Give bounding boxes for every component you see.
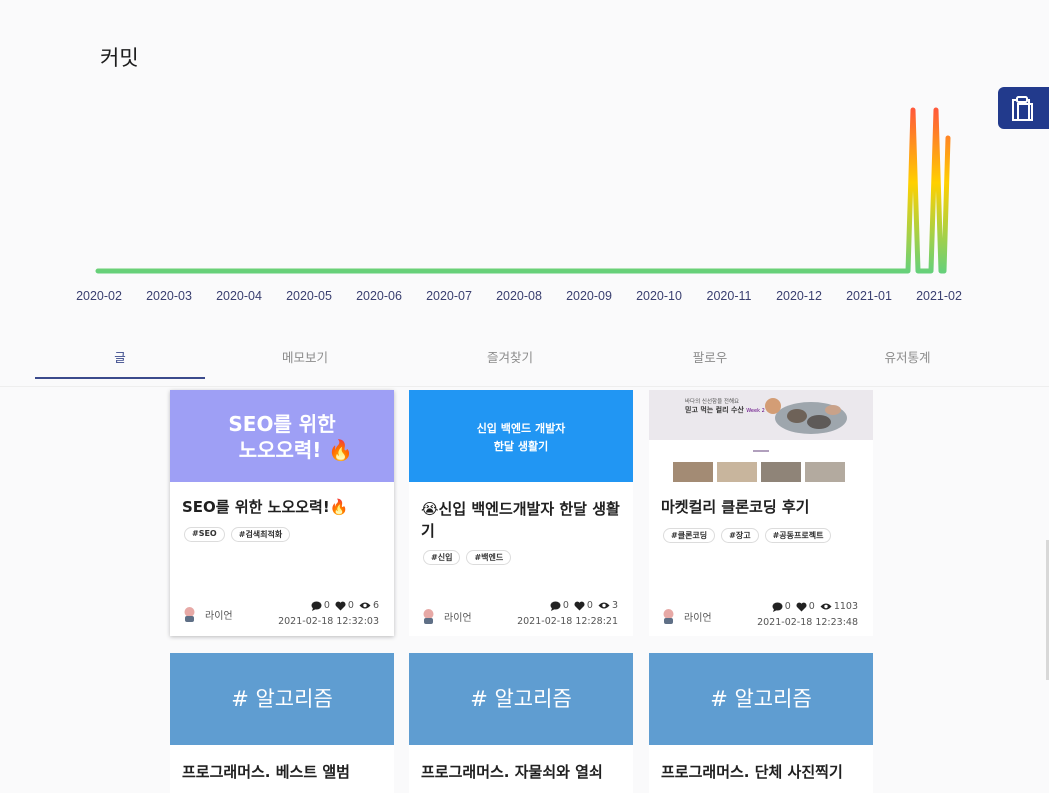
- author[interactable]: 라이언: [421, 608, 472, 625]
- comment-icon: [772, 602, 783, 612]
- tag[interactable]: #신입: [423, 550, 461, 565]
- clipboard-icon: [1012, 96, 1033, 121]
- heart-icon: [335, 601, 346, 610]
- avatar: [423, 609, 434, 624]
- tag[interactable]: #클론코딩: [663, 528, 716, 543]
- tag[interactable]: #공동프로젝트: [764, 528, 832, 543]
- tick-label: 2020-07: [426, 289, 472, 303]
- eye-icon: [820, 603, 832, 610]
- post-card[interactable]: SEO를 위한 노오오력! 🔥 SEO를 위한 노오오력!🔥 #SEO #검색최…: [170, 390, 394, 636]
- post-stats: 0 0 3: [545, 600, 618, 611]
- post-card[interactable]: # 알고리즘 프로그래머스. 자물쇠와 열쇠: [409, 653, 633, 793]
- commit-line: [95, 107, 951, 274]
- tag-list: #클론코딩 #장고 #공동프로젝트: [663, 528, 832, 543]
- thumb-line: SEO를 위한: [228, 412, 336, 436]
- like-count: 0: [586, 600, 593, 611]
- like-count: 0: [347, 600, 354, 611]
- thumb-line: 노오오력! 🔥: [238, 438, 354, 462]
- tick-label: 2020-03: [146, 289, 192, 303]
- comment-count: 0: [562, 600, 569, 611]
- tab-memos[interactable]: 메모보기: [205, 343, 405, 377]
- author[interactable]: 라이언: [182, 606, 233, 623]
- post-title: SEO를 위한 노오오력!🔥: [182, 498, 349, 516]
- tab-favorites[interactable]: 즐겨찾기: [410, 343, 610, 377]
- comment-count: 0: [784, 601, 791, 612]
- author-name: 라이언: [205, 611, 233, 622]
- post-thumbnail: # 알고리즘: [649, 653, 873, 745]
- tick-label: 2020-09: [566, 289, 612, 303]
- avatar: [184, 607, 195, 622]
- post-card[interactable]: 바다의 신선함을 전해요 믿고 먹는 컬리 수산 Week 2 마켓컬리 클론코…: [649, 390, 873, 636]
- post-card[interactable]: # 알고리즘 프로그래머스. 단체 사진찍기: [649, 653, 873, 793]
- tick-label: 2020-05: [286, 289, 332, 303]
- post-title: 😭신입 백엔드개발자 한달 생활 기: [421, 498, 621, 542]
- post-title-line: 기: [421, 522, 435, 540]
- tab-follow[interactable]: 팔로우: [610, 343, 810, 377]
- heart-icon: [574, 601, 585, 610]
- post-thumbnail: 바다의 신선함을 전해요 믿고 먹는 컬리 수산 Week 2: [649, 390, 873, 482]
- thumb-line: 한달 생활기: [493, 440, 549, 453]
- clipboard-button[interactable]: [998, 87, 1049, 129]
- thumb-line: 바다의 신선함을 전해요: [685, 399, 740, 405]
- thumb-line: 신입 백엔드 개발자: [476, 422, 566, 435]
- commit-title: 커밋: [100, 46, 139, 70]
- post-date: 2021-02-18 12:32:03: [278, 616, 379, 627]
- tag[interactable]: #SEO: [184, 527, 225, 542]
- view-count: 6: [372, 600, 379, 611]
- comment-icon: [311, 601, 322, 611]
- comment-count: 0: [323, 600, 330, 611]
- view-count: 1103: [833, 601, 858, 612]
- post-title-line: 😭신입 백엔드개발자 한달 생활: [421, 500, 620, 518]
- post-stats: 0 0 1103: [767, 601, 858, 612]
- tick-label: 2020-08: [496, 289, 542, 303]
- seafood-illustration: [765, 398, 847, 434]
- like-count: 0: [808, 601, 815, 612]
- tag[interactable]: #검색최적화: [230, 527, 291, 542]
- tabs-divider: [0, 386, 1049, 387]
- post-thumbnail: # 알고리즘: [409, 653, 633, 745]
- post-thumbnail: 신입 백엔드 개발자 한달 생활기: [409, 390, 633, 482]
- author[interactable]: 라이언: [661, 608, 712, 625]
- author-name: 라이언: [444, 613, 472, 624]
- tick-label: 2021-01: [846, 289, 892, 303]
- tab-bar: 글 메모보기 즐겨찾기 팔로우 유저통계: [35, 343, 1015, 379]
- view-count: 3: [611, 600, 618, 611]
- post-thumbnail: SEO를 위한 노오오력! 🔥: [170, 390, 394, 482]
- eye-icon: [598, 602, 610, 609]
- post-card[interactable]: # 알고리즘 프로그래머스. 베스트 앨범: [170, 653, 394, 793]
- avatar: [663, 609, 674, 624]
- tag[interactable]: #장고: [721, 528, 759, 543]
- post-thumbnail: # 알고리즘: [170, 653, 394, 745]
- comment-icon: [550, 601, 561, 611]
- tick-label: 2020-04: [216, 289, 262, 303]
- thumb-headline: 믿고 먹는 컬리 수산: [685, 406, 744, 414]
- tab-user-stats[interactable]: 유저통계: [810, 343, 1005, 377]
- tag-list: #SEO #검색최적화: [184, 527, 291, 542]
- tick-label: 2020-12: [776, 289, 822, 303]
- author-name: 라이언: [684, 613, 712, 624]
- post-date: 2021-02-18 12:23:48: [757, 617, 858, 628]
- tick-label: 2020-02: [76, 289, 122, 303]
- tick-label: 2020-11: [707, 289, 752, 303]
- product-photos: [673, 462, 845, 482]
- tag-list: #신입 #백엔드: [423, 550, 512, 565]
- eye-icon: [359, 602, 371, 609]
- post-card[interactable]: 신입 백엔드 개발자 한달 생활기 😭신입 백엔드개발자 한달 생활 기 #신입…: [409, 390, 633, 636]
- thumb-line: 믿고 먹는 컬리 수산 Week 2: [685, 405, 765, 415]
- tag[interactable]: #백엔드: [466, 550, 512, 565]
- commit-chart: 2020-02 2020-03 2020-04 2020-05 2020-06 …: [76, 107, 962, 303]
- heart-icon: [796, 602, 807, 611]
- post-title: 마켓컬리 클론코딩 후기: [661, 498, 810, 516]
- thumb-divider: [753, 450, 769, 452]
- tab-posts[interactable]: 글: [35, 343, 205, 379]
- post-stats: 0 0 6: [306, 600, 379, 611]
- tick-label: 2020-10: [636, 289, 682, 303]
- tick-label: 2020-06: [356, 289, 402, 303]
- post-date: 2021-02-18 12:28:21: [517, 616, 618, 627]
- tick-label: 2021-02: [916, 289, 962, 303]
